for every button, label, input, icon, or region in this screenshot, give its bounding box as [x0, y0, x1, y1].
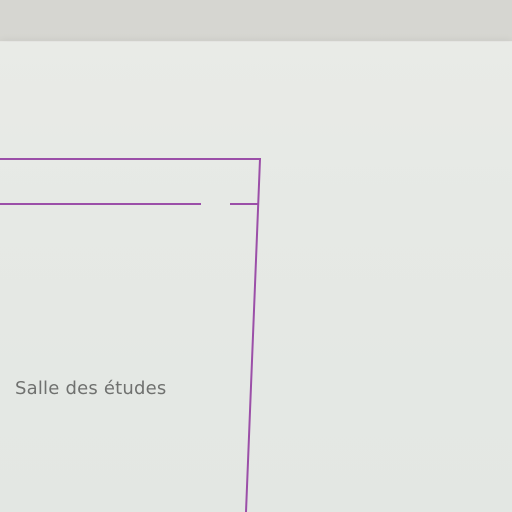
- room-label: Salle des études: [15, 378, 167, 399]
- wall-right-line: [244, 157, 262, 512]
- floor-plan-drawing: [0, 157, 262, 512]
- photo-scene: Salle des études: [0, 0, 512, 512]
